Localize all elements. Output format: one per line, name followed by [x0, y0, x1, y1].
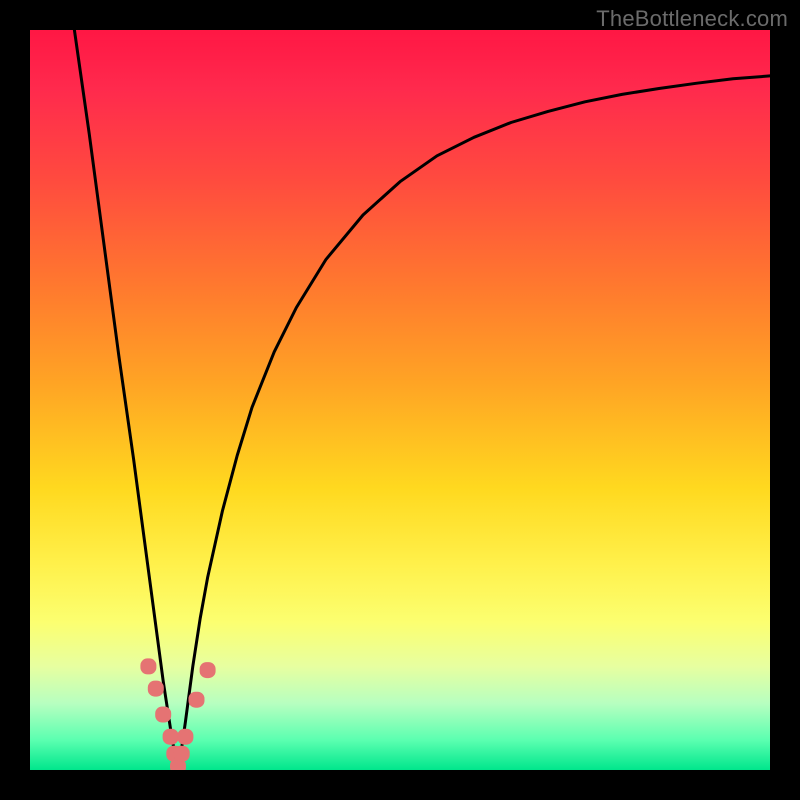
marker-point [155, 707, 171, 723]
bottleneck-curve [74, 30, 770, 770]
marker-point [200, 662, 216, 678]
curve-layer [30, 30, 770, 770]
marker-point [163, 729, 179, 745]
marker-point [140, 658, 156, 674]
watermark-label: TheBottleneck.com [596, 6, 788, 32]
marker-point [177, 729, 193, 745]
marker-point [189, 692, 205, 708]
marker-group [140, 658, 215, 770]
marker-point [148, 681, 164, 697]
marker-point [174, 746, 190, 762]
plot-area [30, 30, 770, 770]
chart-frame: TheBottleneck.com [0, 0, 800, 800]
